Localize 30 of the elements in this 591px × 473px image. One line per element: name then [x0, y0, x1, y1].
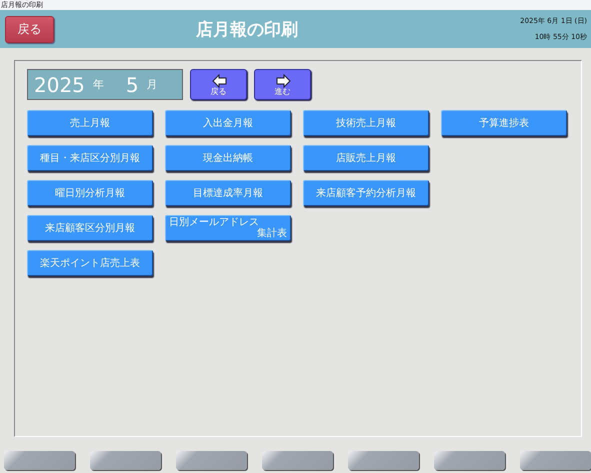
- report-button[interactable]: 店販売上月報: [303, 145, 429, 171]
- month-unit: 月: [146, 77, 158, 92]
- function-button[interactable]: [434, 451, 505, 470]
- function-button[interactable]: [520, 451, 591, 470]
- previous-month-button[interactable]: 戻る: [190, 69, 247, 100]
- month-value: 5: [126, 72, 139, 96]
- report-button[interactable]: 曜日別分析月報: [27, 180, 153, 206]
- report-button[interactable]: 来店顧客予約分析月報: [303, 180, 429, 206]
- report-button[interactable]: 技術売上月報: [303, 110, 429, 136]
- report-button[interactable]: 種目・来店区分別月報: [27, 145, 153, 171]
- report-button[interactable]: 入出金月報: [165, 110, 291, 136]
- report-button[interactable]: 来店顧客区分別月報: [27, 215, 153, 241]
- function-button[interactable]: [90, 451, 161, 470]
- report-button[interactable]: 日別メールアドレス 集計表: [165, 215, 291, 241]
- report-button[interactable]: 現金出納帳: [165, 145, 291, 171]
- function-button[interactable]: [348, 451, 419, 470]
- arrow-icon: [211, 74, 228, 88]
- report-button[interactable]: 目標達成率月報: [165, 180, 291, 206]
- function-button[interactable]: [4, 451, 75, 470]
- report-button[interactable]: 売上月報: [27, 110, 153, 136]
- back-button[interactable]: 戻る: [5, 16, 54, 42]
- next-month-button[interactable]: 進む: [254, 69, 311, 100]
- function-button[interactable]: [262, 451, 333, 470]
- function-button[interactable]: [176, 451, 247, 470]
- page-title: 店月報の印刷: [196, 18, 298, 40]
- arrow-icon: [275, 74, 292, 88]
- year-value: 2025: [34, 72, 85, 96]
- year-unit: 年: [92, 77, 104, 92]
- report-button[interactable]: 楽天ポイント店売上表: [27, 250, 153, 276]
- report-button[interactable]: 予算進捗表: [441, 110, 567, 136]
